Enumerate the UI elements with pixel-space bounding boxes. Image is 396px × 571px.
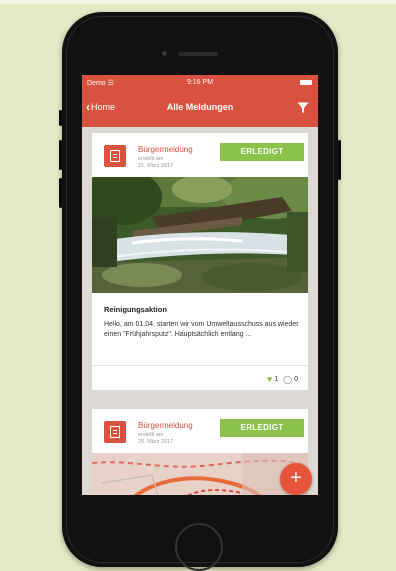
add-report-button[interactable]: + bbox=[280, 463, 312, 495]
front-camera bbox=[162, 51, 167, 56]
report-stats: ♥ 1 ◯ 0 bbox=[267, 375, 298, 384]
status-badge: ERLEDIGT bbox=[220, 419, 304, 437]
report-card[interactable]: Bürgermeldung erstellt am 21. März 2017 … bbox=[92, 133, 308, 390]
card-divider bbox=[92, 365, 308, 366]
report-excerpt: Hello, am 01.04. starten wir vom Umwelta… bbox=[104, 321, 299, 338]
report-card[interactable]: Bürgermeldung erstellt am 20. März 2017 … bbox=[92, 409, 308, 495]
comment-count: 0 bbox=[294, 376, 298, 383]
report-date: 21. März 2017 bbox=[138, 163, 174, 169]
heart-icon[interactable]: ♥ bbox=[267, 375, 272, 384]
report-category: Bürgermeldung bbox=[138, 145, 193, 154]
earpiece-speaker bbox=[178, 52, 218, 56]
report-feed: Bürgermeldung erstellt am 21. März 2017 … bbox=[82, 127, 318, 495]
like-count: 1 bbox=[274, 376, 279, 383]
home-button[interactable] bbox=[175, 523, 223, 571]
background-strip bbox=[0, 0, 396, 4]
phone-frame: Demo ☰ 9:16 PM ‹ Home Alle Meldungen Bür… bbox=[59, 12, 341, 571]
mute-switch bbox=[59, 110, 62, 126]
report-title: Reinigungsaktion bbox=[104, 305, 167, 314]
battery-icon bbox=[300, 80, 312, 85]
app-header: Demo ☰ 9:16 PM ‹ Home Alle Meldungen bbox=[82, 75, 318, 127]
page-title: Alle Meldungen bbox=[166, 102, 234, 112]
status-bar: Demo ☰ 9:16 PM bbox=[82, 76, 318, 90]
report-category: Bürgermeldung bbox=[138, 421, 193, 430]
report-date: 20. März 2017 bbox=[138, 439, 174, 445]
map-snippet bbox=[92, 453, 308, 495]
report-created-label: erstellt am bbox=[138, 156, 164, 162]
volume-up-button bbox=[59, 140, 62, 170]
comment-icon[interactable]: ◯ bbox=[283, 375, 292, 384]
report-created-label: erstellt am bbox=[138, 432, 164, 438]
filter-icon[interactable] bbox=[297, 102, 309, 114]
volume-down-button bbox=[59, 178, 62, 208]
power-button bbox=[338, 140, 341, 180]
app-screen: Demo ☰ 9:16 PM ‹ Home Alle Meldungen Bür… bbox=[82, 75, 318, 495]
status-time: 9:16 PM bbox=[186, 79, 214, 86]
report-document-icon bbox=[104, 421, 126, 443]
waterfall-photo bbox=[92, 177, 308, 293]
report-document-icon bbox=[104, 145, 126, 167]
status-badge: ERLEDIGT bbox=[220, 143, 304, 161]
